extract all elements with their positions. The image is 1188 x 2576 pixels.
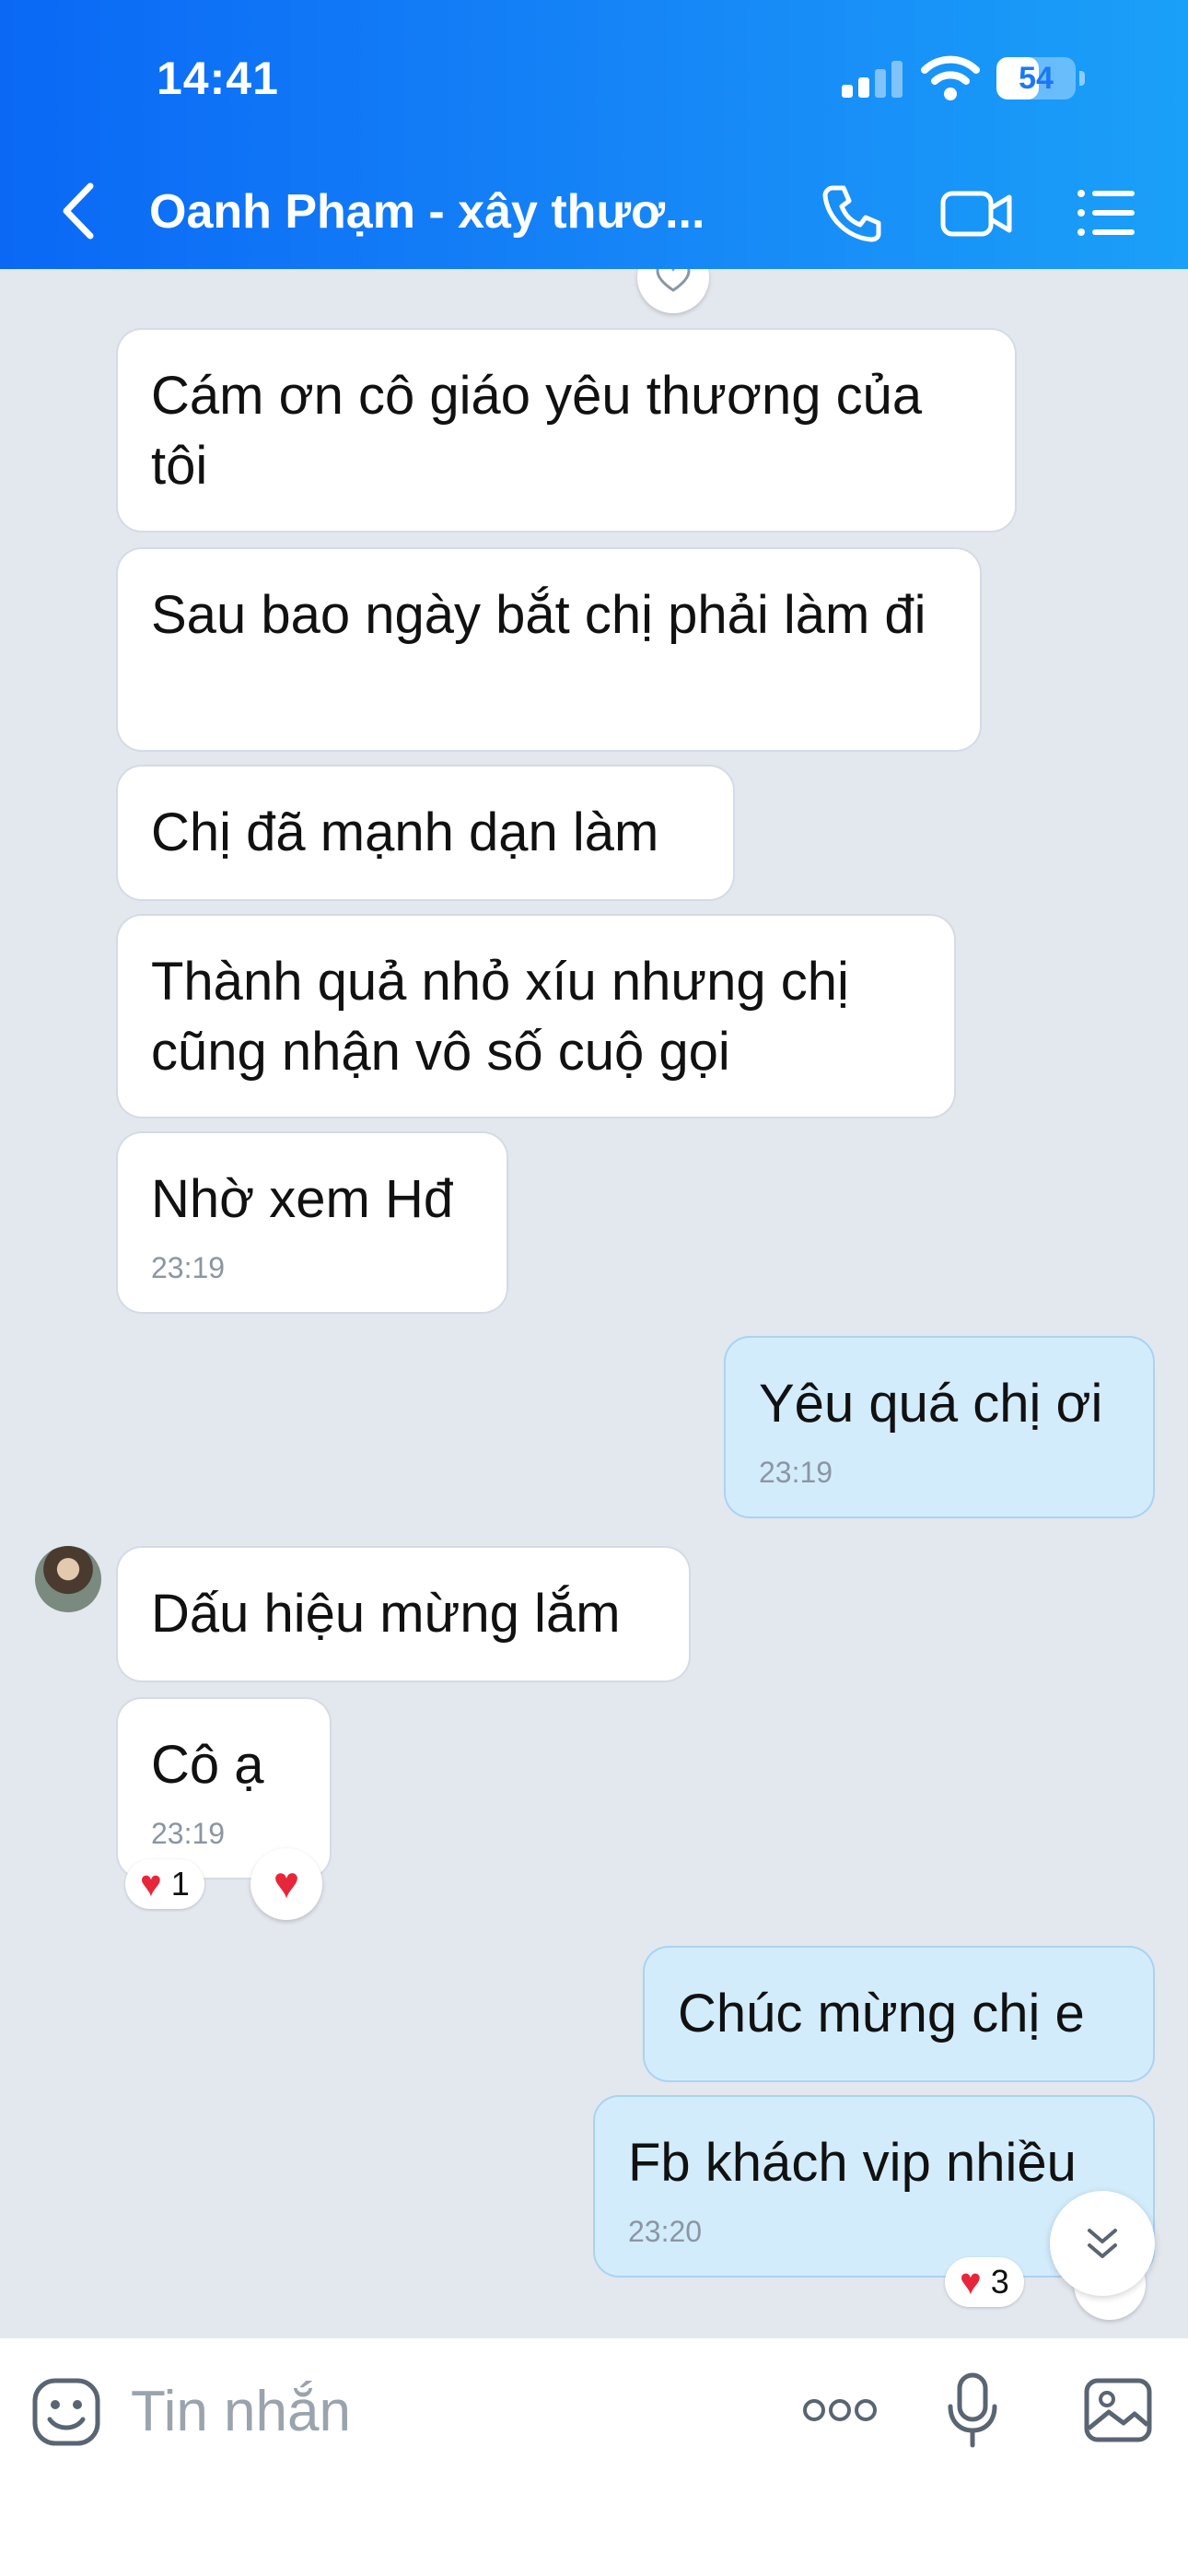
message-bubble-received[interactable]: Chị đã mạnh dạn làm bbox=[118, 767, 733, 899]
back-arrow-icon[interactable] bbox=[55, 181, 101, 241]
chat-header: 14:41 54 Oanh Phạm - xây thươ... bbox=[0, 0, 1188, 269]
heart-icon: ♥ bbox=[140, 1864, 162, 1904]
message-bubble-sent[interactable]: Chúc mừng chị e bbox=[645, 1948, 1153, 2080]
message-text: Sau bao ngày bắt chị phải làm đi bbox=[151, 585, 926, 645]
heart-outline-icon bbox=[656, 269, 691, 292]
wifi-icon bbox=[921, 55, 980, 100]
battery-level: 54 bbox=[1019, 61, 1054, 96]
chat-title[interactable]: Oanh Phạm - xây thươ... bbox=[149, 184, 739, 240]
message-text: Fb khách vip nhiều bbox=[628, 2133, 1077, 2193]
message-list[interactable]: Cám ơn cô giáo yêu thương của tôi Sau ba… bbox=[0, 269, 1188, 2338]
reaction-count[interactable]: ♥ 1 bbox=[125, 1859, 204, 1909]
reaction-button[interactable]: ♥ bbox=[250, 1848, 322, 1920]
message-text: Dấu hiệu mừng lắm bbox=[151, 1584, 621, 1644]
message-bubble-sent[interactable]: Yêu quá chị ơi 23:19 bbox=[726, 1338, 1153, 1516]
more-options-icon[interactable] bbox=[801, 2394, 879, 2427]
message-text: Yêu quá chị ơi bbox=[759, 1374, 1103, 1434]
message-bubble-received[interactable]: Sau bao ngày bắt chị phải làm đi bbox=[118, 549, 980, 750]
message-text: Nhờ xem Hđ bbox=[151, 1169, 454, 1229]
message-time: 23:19 bbox=[759, 1456, 833, 1489]
reaction-count-value: 1 bbox=[170, 1865, 190, 1903]
cellular-signal-icon bbox=[842, 61, 903, 98]
reaction-count[interactable]: ♥ 3 bbox=[945, 2257, 1024, 2307]
heart-icon: ♥ bbox=[960, 2262, 982, 2302]
message-text: Thành quả nhỏ xíu nhưng chị cũng nhận vô… bbox=[151, 952, 849, 1082]
message-text: Chị đã mạnh dạn làm bbox=[151, 802, 659, 862]
message-text: Chúc mừng chị e bbox=[678, 1984, 1085, 2043]
double-chevron-down-icon bbox=[1088, 2229, 1117, 2258]
phone-icon[interactable] bbox=[820, 181, 884, 245]
message-input-bar bbox=[0, 2338, 1188, 2576]
sticker-icon[interactable] bbox=[31, 2377, 101, 2447]
scroll-to-bottom-button[interactable] bbox=[1050, 2191, 1155, 2296]
message-time: 23:19 bbox=[151, 1817, 226, 1850]
status-time: 14:41 bbox=[157, 53, 279, 104]
video-call-icon[interactable] bbox=[939, 181, 1013, 245]
menu-list-icon[interactable] bbox=[1074, 181, 1138, 245]
avatar[interactable] bbox=[35, 1546, 101, 1612]
message-bubble-received[interactable]: Cám ơn cô giáo yêu thương của tôi bbox=[118, 330, 1015, 531]
message-text: Cô ạ bbox=[151, 1735, 264, 1795]
heart-icon: ♥ bbox=[273, 1859, 300, 1908]
message-bubble-received[interactable]: Thành quả nhỏ xíu nhưng chị cũng nhận vô… bbox=[118, 916, 954, 1117]
reaction-count-value: 3 bbox=[990, 2263, 1009, 2301]
microphone-icon[interactable] bbox=[947, 2371, 998, 2449]
message-bubble-received[interactable]: Dấu hiệu mừng lắm bbox=[118, 1548, 689, 1680]
reaction-button[interactable] bbox=[637, 269, 709, 313]
message-time: 23:19 bbox=[151, 1251, 226, 1284]
image-gallery-icon[interactable] bbox=[1083, 2375, 1153, 2445]
message-text: Cám ơn cô giáo yêu thương của tôi bbox=[151, 366, 923, 496]
message-input[interactable]: Tin nhắn bbox=[131, 2379, 351, 2444]
battery-indicator: 54 bbox=[996, 57, 1085, 100]
message-time: 23:20 bbox=[628, 2215, 703, 2248]
message-bubble-received[interactable]: Nhờ xem Hđ 23:19 bbox=[118, 1133, 507, 1312]
